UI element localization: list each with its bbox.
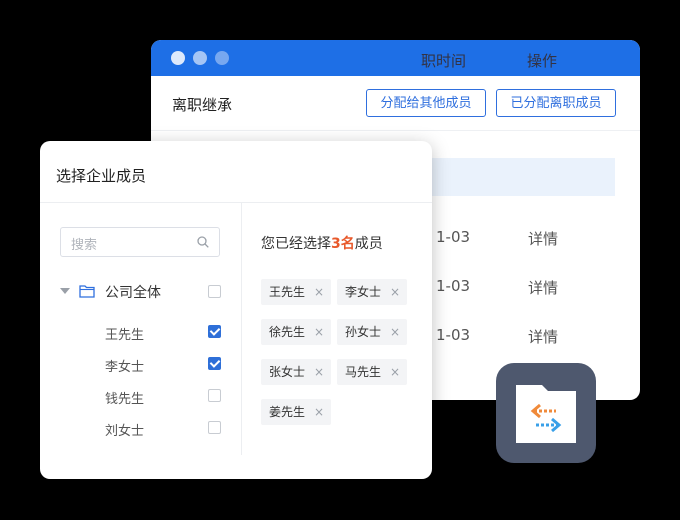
dialog-title: 选择企业成员	[56, 167, 147, 185]
divider	[40, 202, 432, 203]
column-header-time: 职时间	[421, 52, 467, 70]
tag-label: 孙女士	[345, 325, 382, 339]
close-icon[interactable]: ×	[314, 399, 324, 425]
close-icon[interactable]: ×	[390, 319, 400, 345]
selected-prefix: 您已经选择	[261, 236, 331, 252]
selected-tag: 王先生 ×	[261, 279, 331, 305]
tag-label: 李女士	[345, 285, 382, 299]
cell-time: 1-03	[436, 326, 471, 344]
tag-label: 马先生	[345, 365, 382, 379]
search-input[interactable]: 搜索	[60, 227, 220, 257]
member-checkbox[interactable]	[208, 421, 221, 434]
details-link[interactable]: 详情	[528, 277, 558, 298]
assigned-members-button[interactable]: 已分配离职成员	[496, 89, 616, 117]
root-checkbox[interactable]	[208, 285, 221, 298]
details-link[interactable]: 详情	[528, 326, 558, 347]
details-link[interactable]: 详情	[528, 228, 558, 249]
folder-icon	[79, 285, 95, 298]
tree-root-company[interactable]: 公司全体	[60, 282, 220, 304]
page-title: 离职继承	[172, 96, 233, 114]
tag-label: 姜先生	[269, 405, 306, 419]
close-icon[interactable]: ×	[390, 279, 400, 305]
member-checkbox[interactable]	[208, 389, 221, 402]
tag-label: 王先生	[269, 285, 306, 299]
selected-tag: 孙女士 ×	[337, 319, 407, 345]
cell-time: 1-03	[436, 277, 471, 295]
select-member-dialog: 选择企业成员 搜索 公司全体 王先生 李女士 钱先生 刘女士 您已经选择3名成员…	[40, 141, 432, 479]
member-label[interactable]: 李女士	[105, 356, 144, 375]
window-control-dot[interactable]	[215, 51, 229, 65]
selected-tag: 徐先生 ×	[261, 319, 331, 345]
selected-tag: 李女士 ×	[337, 279, 407, 305]
member-label[interactable]: 钱先生	[105, 388, 144, 407]
window-control-dot[interactable]	[171, 51, 185, 65]
member-label[interactable]: 刘女士	[105, 420, 144, 439]
divider	[241, 203, 242, 455]
folder-transfer-icon	[496, 363, 596, 463]
selected-count: 3名	[331, 236, 355, 252]
search-icon[interactable]	[197, 236, 209, 248]
member-label[interactable]: 王先生	[105, 324, 144, 343]
tree-root-label: 公司全体	[105, 285, 161, 301]
cell-time: 1-03	[436, 228, 471, 246]
search-placeholder: 搜索	[71, 238, 98, 253]
window-titlebar	[151, 40, 640, 76]
selected-suffix: 成员	[354, 236, 383, 252]
tag-label: 徐先生	[269, 325, 306, 339]
selected-tag: 姜先生 ×	[261, 399, 331, 425]
member-checkbox[interactable]	[208, 357, 221, 370]
selected-tag: 张女士 ×	[261, 359, 331, 385]
column-header-action: 操作	[527, 52, 558, 70]
selected-summary: 您已经选择3名成员	[261, 233, 383, 253]
folder-transfer-glyph	[516, 385, 576, 443]
close-icon[interactable]: ×	[314, 279, 324, 305]
window-control-dot[interactable]	[193, 51, 207, 65]
assign-to-other-button[interactable]: 分配给其他成员	[366, 89, 486, 117]
selected-tag: 马先生 ×	[337, 359, 407, 385]
close-icon[interactable]: ×	[314, 359, 324, 385]
close-icon[interactable]: ×	[314, 319, 324, 345]
close-icon[interactable]: ×	[390, 359, 400, 385]
caret-down-icon[interactable]	[60, 288, 70, 294]
member-checkbox[interactable]	[208, 325, 221, 338]
tag-label: 张女士	[269, 365, 306, 379]
